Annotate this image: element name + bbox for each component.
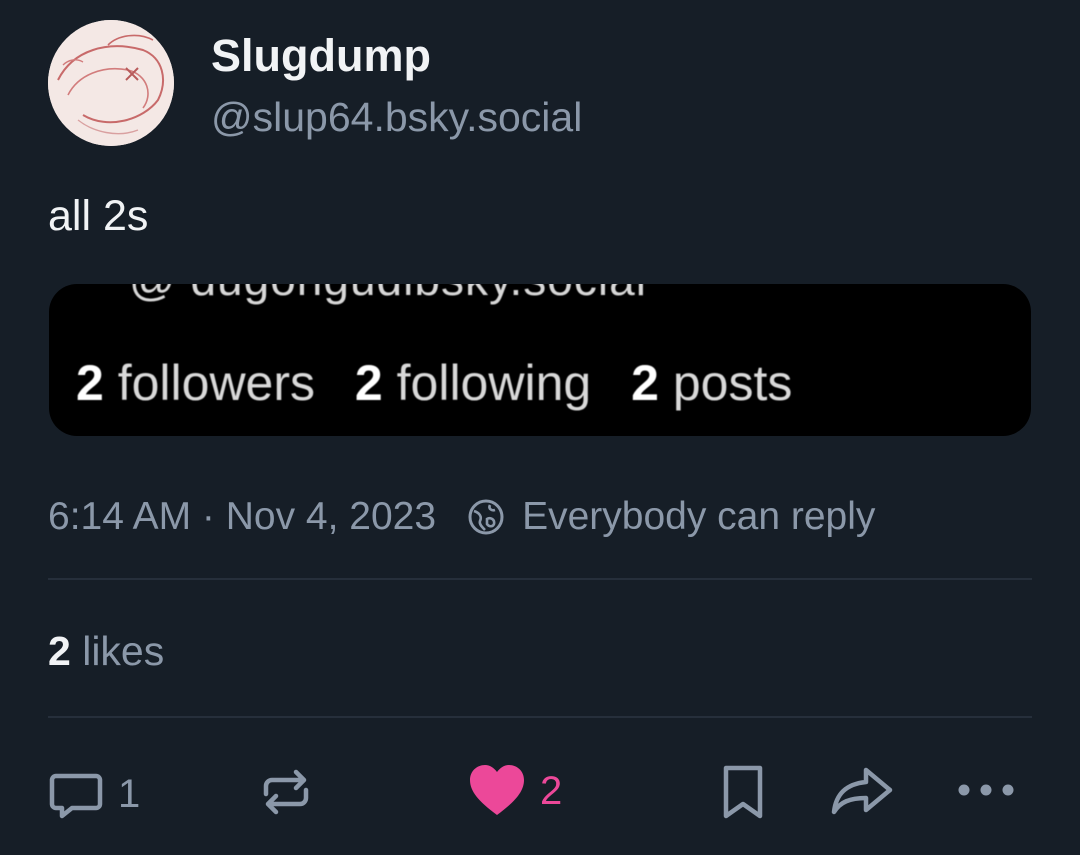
reply-setting[interactable]: Everybody can reply	[522, 492, 875, 542]
author-display-name[interactable]: Slugdump	[211, 30, 431, 82]
posts-label: posts	[672, 355, 793, 411]
likes-summary[interactable]: 2 likes	[48, 626, 164, 676]
embedded-image[interactable]: @ dugongudibsky.social 2 followers 2 fol…	[49, 284, 1031, 436]
post-meta: 6:14 AM · Nov 4, 2023 Everybody can repl…	[48, 492, 875, 542]
post-text: all 2s	[48, 192, 149, 240]
speech-bubble-icon	[49, 773, 103, 819]
globe-icon	[466, 497, 506, 537]
likes-label: likes	[82, 628, 165, 674]
followers-count: 2	[76, 355, 104, 411]
reply-count: 1	[118, 771, 141, 816]
reply-button[interactable]: 1	[48, 766, 140, 822]
following-label: following	[396, 355, 592, 411]
like-button[interactable]: 2	[468, 763, 562, 819]
more-options-button[interactable]	[954, 776, 1018, 804]
share-arrow-icon	[831, 767, 893, 815]
avatar[interactable]	[48, 20, 174, 146]
heart-icon	[470, 765, 524, 815]
share-button[interactable]	[830, 764, 894, 820]
embedded-image-stats: 2 followers 2 following 2 posts	[76, 354, 792, 412]
divider	[48, 578, 1032, 580]
more-dots-icon	[958, 784, 1014, 796]
divider	[48, 716, 1032, 718]
bookmark-icon	[723, 765, 763, 819]
avatar-drawing	[48, 20, 174, 146]
embedded-image-cropped-handle: @ dugongudibsky.social	[129, 284, 647, 306]
followers-label: followers	[117, 355, 316, 411]
posts-count: 2	[631, 355, 659, 411]
repost-button[interactable]	[258, 764, 314, 820]
like-count: 2	[540, 768, 563, 813]
author-handle[interactable]: @slup64.bsky.social	[211, 92, 582, 142]
repost-icon	[263, 769, 309, 815]
following-count: 2	[354, 355, 383, 411]
likes-count: 2	[48, 628, 71, 674]
post-timestamp: 6:14 AM · Nov 4, 2023	[48, 495, 437, 538]
post-thread-view: Slugdump @slup64.bsky.social all 2s @ du…	[0, 0, 1080, 855]
bookmark-button[interactable]	[718, 764, 768, 820]
